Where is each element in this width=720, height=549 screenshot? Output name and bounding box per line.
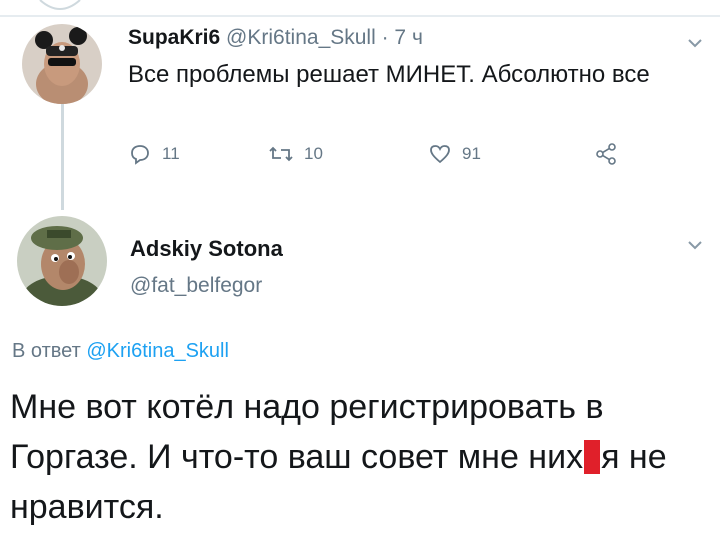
avatar[interactable]	[22, 24, 102, 104]
tweet-header: SupaKri6 @Kri6tina_Skull · 7 ч	[128, 26, 423, 50]
reply-context: В ответ @Kri6tina_Skull	[12, 340, 229, 363]
tweet-text: Все проблемы решает МИНЕТ. Абсолютно все	[128, 61, 650, 88]
chevron-down-icon[interactable]	[688, 240, 702, 250]
like-button[interactable]: 91	[428, 142, 481, 166]
chevron-down-icon[interactable]	[688, 38, 702, 48]
retweet-count: 10	[304, 144, 323, 163]
tweet-text: Мне вот котёл надо регистрировать в Горг…	[10, 382, 710, 532]
user-handle[interactable]: @Kri6tina_Skull	[226, 26, 376, 49]
reply-prefix: В ответ	[12, 340, 81, 362]
reply-count: 11	[162, 144, 180, 163]
retweet-icon	[269, 146, 293, 162]
display-name[interactable]: Adskiy Sotona	[130, 236, 283, 262]
display-name[interactable]: SupaKri6	[128, 26, 220, 49]
share-icon	[596, 143, 616, 165]
reply-handle-link[interactable]: @Kri6tina_Skull	[86, 340, 229, 362]
reply-button[interactable]: 11	[128, 142, 180, 166]
tweet-time[interactable]: · 7 ч	[382, 26, 423, 49]
tweet-text-part: Мне вот котёл надо регистрировать в Горг…	[10, 388, 604, 476]
share-button[interactable]	[594, 142, 618, 166]
censor-mark	[584, 440, 601, 474]
reply-icon	[131, 145, 149, 165]
user-handle[interactable]: @fat_belfegor	[130, 274, 262, 298]
thread-connector-line	[61, 100, 64, 210]
retweet-button[interactable]: 10	[268, 142, 323, 166]
top-edge-decoration	[0, 0, 720, 17]
avatar[interactable]	[17, 216, 107, 306]
like-count: 91	[462, 144, 481, 163]
tweet-actions: 11 10 91	[128, 142, 648, 170]
like-icon	[430, 145, 450, 164]
